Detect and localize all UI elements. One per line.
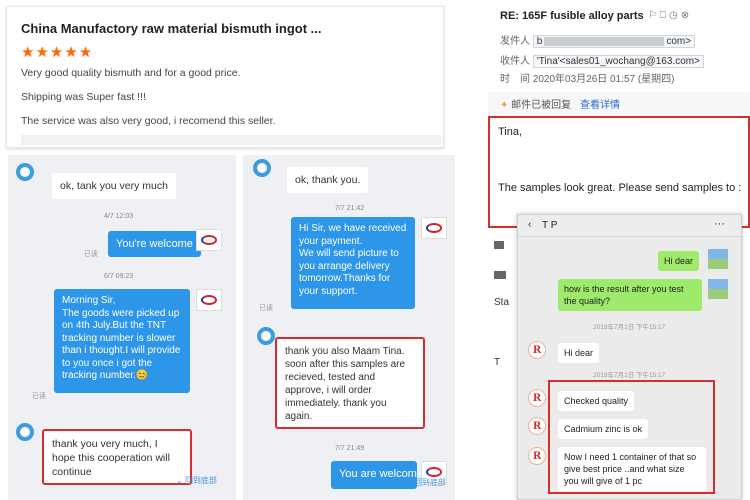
product-title[interactable]: China Manufactory raw material bismuth i… <box>21 21 322 36</box>
chat-panel-1: ok, tank you very much 4/7 12:03 You're … <box>8 155 236 500</box>
message-bubble: ok, thank you. <box>287 167 369 193</box>
to-address[interactable]: 'Tina'<sales01_wochang@163.com> <box>532 55 704 68</box>
email-from-row: 发件人 b com> <box>500 32 696 48</box>
avatar <box>253 159 271 177</box>
user-avatar <box>708 249 728 269</box>
back-icon[interactable]: ‹ <box>528 219 531 230</box>
from-address-value: b <box>536 36 543 47</box>
email-to-row: 收件人 'Tina'<sales01_wochang@163.com> <box>500 52 704 68</box>
replied-text: 邮件已被回复 <box>511 100 572 111</box>
timestamp: 6/7 09:23 <box>104 273 134 280</box>
company-logo <box>196 229 222 251</box>
chat-panel-2: ok, thank you. 7/7 21:42 Hi Sir, we have… <box>243 155 455 500</box>
view-details-link[interactable]: 查看详情 <box>580 100 620 111</box>
email-body-text: The samples look great. Please send samp… <box>498 182 742 194</box>
more-icon[interactable]: ··· <box>714 218 725 230</box>
timestamp: 7/7 21:42 <box>335 205 365 212</box>
contact-avatar: R <box>528 341 546 359</box>
avatar <box>16 423 34 441</box>
chat-title: T P <box>542 220 558 231</box>
contact-avatar: R <box>528 447 546 465</box>
from-address[interactable]: b com> <box>532 35 696 48</box>
email-view: RE: 165F fusible alloy parts ⚐⎕◷⊗ 发件人 b c… <box>480 0 750 235</box>
company-logo <box>196 289 222 311</box>
fragment-text: T <box>494 357 501 368</box>
email-time-row: 时 间 2020年03月26日 01:57 (星期四) <box>500 70 675 85</box>
message-bubble: Morning Sir, The goods were picked up on… <box>54 289 190 393</box>
contact-avatar: R <box>528 417 546 435</box>
review-text-line: Very good quality bismuth and for a good… <box>21 67 241 79</box>
review-text-line: Shipping was Super fast !!! <box>21 91 146 103</box>
company-logo <box>421 217 447 239</box>
back-to-bottom-link[interactable]: ⌄ 回到底部 <box>176 475 217 486</box>
flag-icon[interactable]: ⚐⎕◷⊗ <box>648 10 692 21</box>
rating-stars: ★★★★★ <box>21 44 94 61</box>
fragment-block <box>494 241 504 249</box>
review-text-line: The service was also very good, i recome… <box>21 115 276 127</box>
timestamp: 7/7 21:49 <box>335 445 365 452</box>
fragment-block <box>494 271 506 279</box>
message-bubble-received: Hi dear <box>558 343 600 363</box>
read-status: 已读 <box>84 251 98 258</box>
replied-notice: ✦ 邮件已被回复 查看详情 <box>488 92 750 114</box>
user-avatar <box>708 279 728 299</box>
fragment-text: Sta <box>494 297 510 308</box>
to-label: 收件人 <box>500 56 530 67</box>
review-card: China Manufactory raw material bismuth i… <box>6 6 444 148</box>
message-bubble-received: Cadmium zinc is ok <box>558 419 649 439</box>
email-greeting: Tina, <box>498 126 523 138</box>
contact-avatar: R <box>528 389 546 407</box>
back-to-bottom-link[interactable]: ⌄ 回到底部 <box>405 477 446 488</box>
time-value: 2020年03月26日 01:57 (星期四) <box>532 74 675 85</box>
email-subject: RE: 165F fusible alloy parts <box>500 10 644 22</box>
read-status: 已读 <box>32 393 46 400</box>
email-body: Tina, The samples look great. Please sen… <box>488 116 750 228</box>
timestamp: 2019年7月1日 下午15:17 <box>593 324 666 331</box>
from-address-tail: com> <box>666 36 692 47</box>
message-bubble: Hi Sir, we have received your payment. W… <box>291 217 415 309</box>
timestamp: 2019年7月1日 下午15:17 <box>593 372 666 379</box>
wechat-chat-window: ‹ T P ··· Hi dear how is the result afte… <box>517 214 742 500</box>
message-bubble-received: Now I need 1 container of that so give b… <box>558 447 706 491</box>
message-bubble-highlighted: thank you very much, I hope this coopera… <box>42 429 192 485</box>
from-label: 发件人 <box>500 36 530 47</box>
back-to-bottom-label: 回到底部 <box>184 476 217 485</box>
message-bubble-sent: Hi dear <box>658 251 700 271</box>
avatar <box>16 163 34 181</box>
message-bubble: You're welcome <box>108 231 201 257</box>
review-footer-bar <box>21 135 441 145</box>
back-to-bottom-label: 回到底部 <box>413 478 446 487</box>
chat-header: ‹ T P ··· <box>518 215 741 237</box>
message-bubble-received: Checked quality <box>558 391 635 411</box>
read-status: 已读 <box>259 305 273 312</box>
avatar <box>257 327 275 345</box>
message-bubble: ok, tank you very much <box>52 173 176 199</box>
message-bubble-sent: how is the result after you test the qua… <box>558 279 702 311</box>
timestamp: 4/7 12:03 <box>104 213 134 220</box>
time-label: 时 间 <box>500 74 530 85</box>
reply-icon: ✦ <box>500 100 509 111</box>
message-bubble-highlighted: thank you also Maam Tina. soon after thi… <box>275 337 425 429</box>
